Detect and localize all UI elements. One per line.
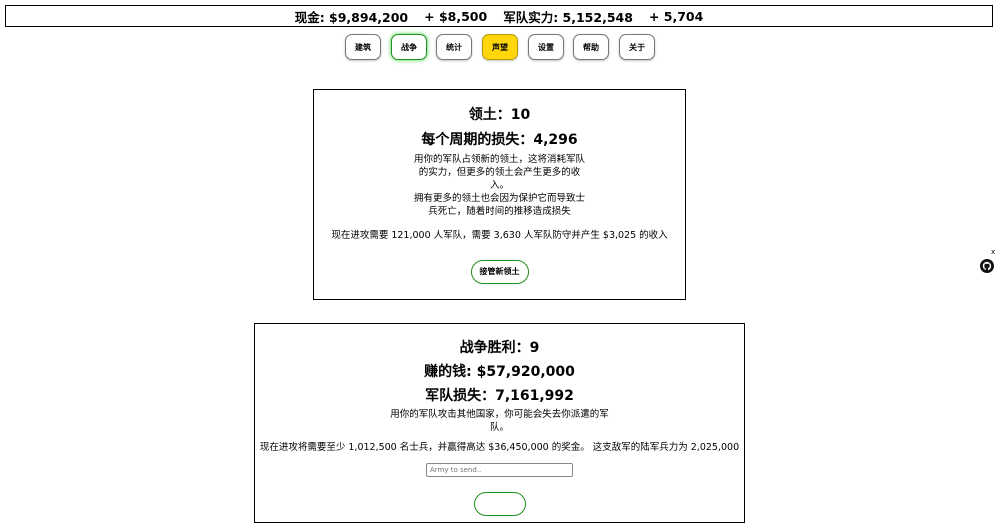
army-strength-delta: + 5,704 bbox=[648, 8, 704, 24]
territory-loss-per-cycle: 每个周期的损失：4,296 bbox=[421, 132, 578, 148]
nav-buildings-button[interactable]: 建筑 bbox=[345, 34, 381, 60]
take-territory-button[interactable]: 接管新领土 bbox=[470, 259, 529, 284]
territory-requirement: 现在进攻需要 121,000 人军队，需要 3,630 人军队防守并产生 $3,… bbox=[331, 230, 668, 241]
war-panel: 战争胜利：9 赚的钱: $57,920,000 军队损失：7,161,992 用… bbox=[254, 323, 745, 523]
territory-description: 用你的军队占领新的领土，这将消耗军队的实力，但更多的领土会产生更多的收入。 bbox=[413, 154, 585, 191]
cash-delta: + $8,500 bbox=[424, 8, 488, 24]
nav-help-button[interactable]: 帮助 bbox=[573, 34, 609, 60]
territory-upkeep-description: 拥有更多的领土也会因为保护它而导致士兵死亡，随着时间的推移造成损失 bbox=[413, 193, 585, 217]
war-requirement: 现在进攻将需要至少 1,012,500 名士兵，并赢得高达 $36,450,00… bbox=[259, 442, 740, 453]
war-army-lost: 军队损失：7,161,992 bbox=[425, 388, 574, 404]
war-money-earned: 赚的钱: $57,920,000 bbox=[424, 364, 575, 380]
nav-reputation-button[interactable]: 声望 bbox=[482, 34, 518, 60]
war-description: 用你的军队攻击其他国家，你可能会失去你派遣的军队。 bbox=[390, 409, 609, 433]
resource-bar: 现金: $9,894,200 + $8,500 军队实力: 5,152,548 … bbox=[5, 5, 993, 27]
close-icon[interactable]: x bbox=[991, 249, 995, 256]
github-icon[interactable] bbox=[980, 258, 994, 273]
cash-value: 现金: $9,894,200 bbox=[294, 9, 409, 25]
nav-war-button[interactable]: 战争 bbox=[391, 34, 427, 60]
nav-stats-button[interactable]: 统计 bbox=[436, 34, 472, 60]
territory-count: 领土：10 bbox=[468, 107, 531, 123]
war-wins: 战争胜利：9 bbox=[459, 340, 540, 356]
attack-button[interactable] bbox=[473, 492, 526, 516]
army-strength-value: 军队实力: 5,152,548 bbox=[503, 9, 633, 25]
territory-panel: 领土：10 每个周期的损失：4,296 用你的军队占领新的领土，这将消耗军队的实… bbox=[313, 89, 686, 300]
main-nav: 建筑 战争 统计 声望 设置 帮助 关于 bbox=[0, 34, 1000, 62]
nav-settings-button[interactable]: 设置 bbox=[528, 34, 564, 60]
army-to-send-input[interactable] bbox=[426, 463, 573, 477]
nav-about-button[interactable]: 关于 bbox=[619, 34, 655, 60]
